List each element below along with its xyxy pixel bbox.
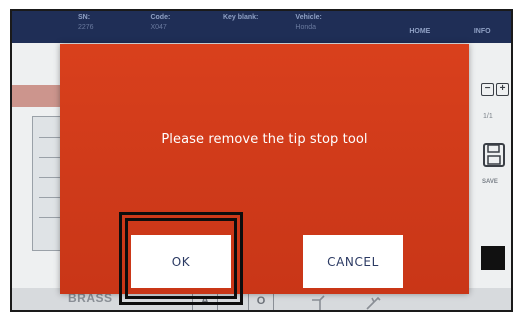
- header-vehicle: Vehicle: Honda: [289, 11, 376, 43]
- color-swatch[interactable]: [481, 246, 505, 270]
- cancel-button[interactable]: CANCEL: [303, 235, 403, 288]
- code-label: Code:: [150, 14, 171, 21]
- nav-info[interactable]: INFO: [453, 11, 511, 35]
- ok-button[interactable]: OK: [131, 235, 231, 288]
- device-bezel: SN: 2276 Code: X047 Key blank: Vehicle: …: [0, 0, 522, 322]
- page-prev-button[interactable]: −: [481, 83, 494, 96]
- sn-value: 2276: [78, 24, 94, 31]
- dialog-message: Please remove the tip stop tool: [161, 132, 368, 147]
- selected-row-strip: [12, 85, 62, 107]
- page-indicator: 1/1: [483, 113, 493, 120]
- header-key-blank: Key blank:: [217, 11, 289, 43]
- header-code: Code: X047: [144, 11, 216, 43]
- page-stepper: − +: [481, 83, 509, 96]
- touchscreen: SN: 2276 Code: X047 Key blank: Vehicle: …: [10, 9, 513, 312]
- floppy-disk-icon[interactable]: [483, 143, 505, 167]
- side-o-button[interactable]: O: [248, 291, 274, 310]
- right-toolbar: − + 1/1 SAVE: [469, 43, 511, 310]
- cutter-tool-icon[interactable]: [310, 294, 328, 312]
- confirm-dialog: Please remove the tip stop tool OK CANCE…: [60, 44, 469, 294]
- side-a-button[interactable]: A: [192, 291, 218, 310]
- app-header: SN: 2276 Code: X047 Key blank: Vehicle: …: [12, 11, 511, 43]
- sn-label: SN:: [78, 14, 91, 21]
- header-sn: SN: 2276: [72, 11, 144, 43]
- vehicle-label: Vehicle:: [295, 14, 322, 21]
- page-next-button[interactable]: +: [496, 83, 509, 96]
- key-tool-icon[interactable]: [364, 294, 382, 312]
- key-blank-label: Key blank:: [222, 14, 259, 21]
- save-label: SAVE: [482, 179, 498, 185]
- code-value: X047: [150, 24, 167, 31]
- nav-home[interactable]: HOME: [386, 11, 453, 35]
- vehicle-value: Honda: [295, 24, 317, 31]
